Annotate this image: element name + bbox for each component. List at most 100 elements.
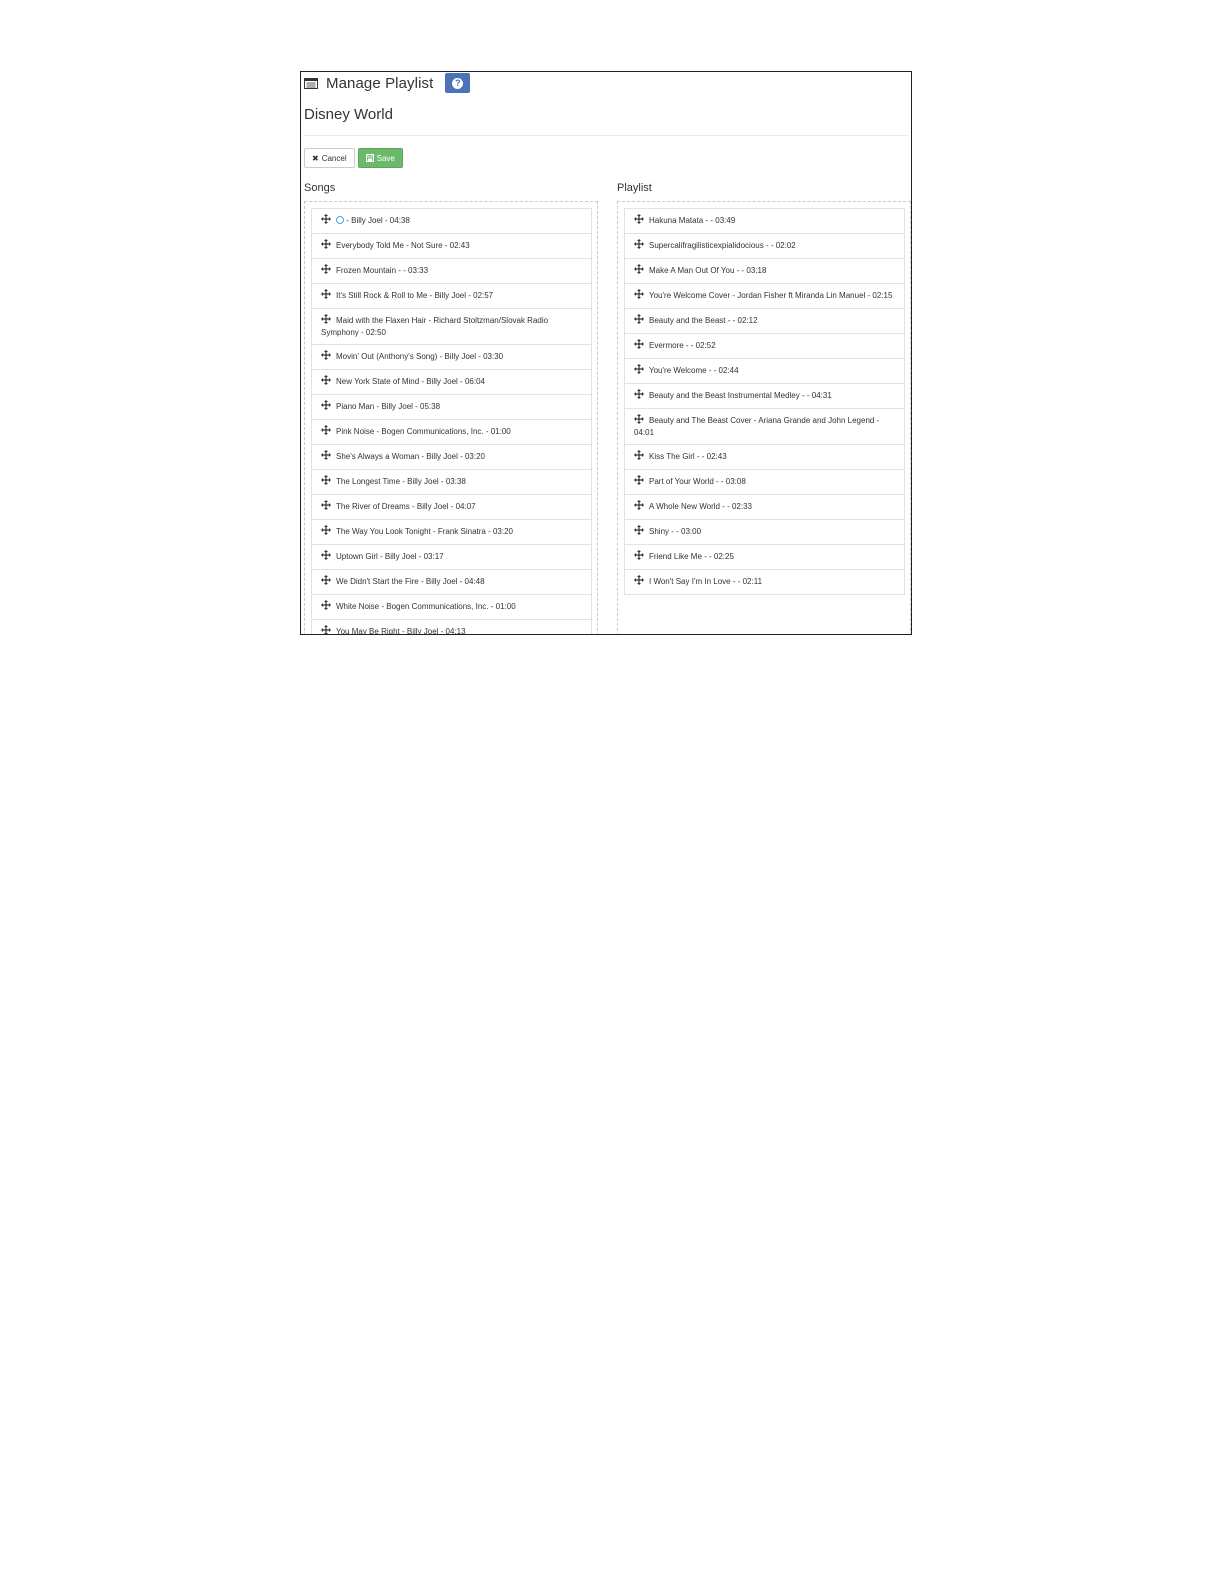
playlist-label: Playlist (617, 182, 652, 194)
song-item[interactable]: The River of Dreams - Billy Joel - 04:07 (312, 495, 591, 520)
song-item[interactable]: It's Still Rock & Roll to Me - Billy Joe… (312, 284, 591, 309)
song-item-label: The Longest Time - Billy Joel - 03:38 (336, 477, 466, 486)
playlist-item[interactable]: Make A Man Out Of You - - 03:18 (625, 259, 904, 284)
move-icon (634, 550, 644, 560)
move-icon (321, 314, 331, 324)
playlist-item-label: Beauty and The Beast Cover - Ariana Gran… (634, 416, 880, 437)
song-item[interactable]: - Billy Joel - 04:38 (312, 209, 591, 234)
song-item-label: Uptown Girl - Billy Joel - 03:17 (336, 552, 444, 561)
playlist-item-label: Hakuna Matata - - 03:49 (649, 216, 736, 225)
move-icon (634, 339, 644, 349)
playlist-item-label: Evermore - - 02:52 (649, 341, 716, 350)
move-icon (321, 350, 331, 360)
move-icon (634, 214, 644, 224)
song-item[interactable]: The Longest Time - Billy Joel - 03:38 (312, 470, 591, 495)
move-icon (634, 525, 644, 535)
move-icon (634, 475, 644, 485)
song-item-label: - Billy Joel - 04:38 (346, 216, 410, 225)
move-icon (634, 364, 644, 374)
song-item[interactable]: Uptown Girl - Billy Joel - 03:17 (312, 545, 591, 570)
song-item-label: The River of Dreams - Billy Joel - 04:07 (336, 502, 476, 511)
songs-panel: - Billy Joel - 04:38 Everybody Told Me - … (304, 201, 598, 634)
floppy-disk-icon (365, 154, 374, 162)
playlist-item[interactable]: Beauty and The Beast Cover - Ariana Gran… (625, 409, 904, 445)
move-icon (321, 214, 331, 224)
songs-list: - Billy Joel - 04:38 Everybody Told Me - … (311, 208, 592, 634)
move-icon (634, 264, 644, 274)
playlist-item[interactable]: I Won't Say I'm In Love - - 02:11 (625, 570, 904, 595)
song-item[interactable]: The Way You Look Tonight - Frank Sinatra… (312, 520, 591, 545)
playlist-item-label: Part of Your World - - 03:08 (649, 477, 746, 486)
song-item-label: New York State of Mind - Billy Joel - 06… (336, 377, 485, 386)
move-icon (321, 500, 331, 510)
song-item[interactable]: Piano Man - Billy Joel - 05:38 (312, 395, 591, 420)
move-icon (321, 264, 331, 274)
playlist-item[interactable]: A Whole New World - - 02:33 (625, 495, 904, 520)
playlist-item[interactable]: Kiss The Girl - - 02:43 (625, 445, 904, 470)
song-item[interactable]: White Noise - Bogen Communications, Inc.… (312, 595, 591, 620)
playlist-item-label: You're Welcome - - 02:44 (649, 366, 739, 375)
song-item[interactable]: We Didn't Start the Fire - Billy Joel - … (312, 570, 591, 595)
playlist-item[interactable]: Hakuna Matata - - 03:49 (625, 209, 904, 234)
playlist-item[interactable]: Part of Your World - - 03:08 (625, 470, 904, 495)
song-item[interactable]: You May Be Right - Billy Joel - 04:13 (312, 620, 591, 634)
song-item-label: Frozen Mountain - - 03:33 (336, 266, 429, 275)
playlist-item-label: Make A Man Out Of You - - 03:18 (649, 266, 767, 275)
move-icon (321, 400, 331, 410)
song-item-label: We Didn't Start the Fire - Billy Joel - … (336, 577, 485, 586)
song-item[interactable]: Everybody Told Me - Not Sure - 02:43 (312, 234, 591, 259)
playlist-item[interactable]: Beauty and the Beast - - 02:12 (625, 309, 904, 334)
song-item-label: Movin' Out (Anthony's Song) - Billy Joel… (336, 352, 504, 361)
playlist-name: Disney World (304, 106, 393, 123)
playlist-item[interactable]: Shiny - - 03:00 (625, 520, 904, 545)
cancel-button-label: Cancel (321, 153, 347, 163)
playlist-item-label: You're Welcome Cover - Jordan Fisher ft … (649, 291, 893, 300)
playlist-item-label: Supercalifragilisticexpialidocious - - 0… (649, 241, 796, 250)
playlist-item[interactable]: You're Welcome - - 02:44 (625, 359, 904, 384)
move-icon (321, 475, 331, 485)
playlist-item[interactable]: Evermore - - 02:52 (625, 334, 904, 359)
divider (304, 135, 908, 136)
song-item-label: White Noise - Bogen Communications, Inc.… (336, 602, 516, 611)
list-window-icon (304, 77, 318, 89)
move-icon (634, 239, 644, 249)
playlist-item-label: Beauty and the Beast - - 02:12 (649, 316, 758, 325)
song-item-label: It's Still Rock & Roll to Me - Billy Joe… (336, 291, 494, 300)
song-item[interactable]: Pink Noise - Bogen Communications, Inc. … (312, 420, 591, 445)
playlist-item-label: Shiny - - 03:00 (649, 527, 702, 536)
song-item[interactable]: Maid with the Flaxen Hair - Richard Stol… (312, 309, 591, 345)
manage-playlist-window: Manage Playlist ? Disney World ✖ Cancel … (300, 71, 912, 635)
move-icon (634, 289, 644, 299)
playlist-panel: Hakuna Matata - - 03:49 Supercalifragilis… (617, 201, 911, 634)
song-item-label: She's Always a Woman - Billy Joel - 03:2… (336, 452, 485, 461)
page-title: Manage Playlist (326, 74, 434, 92)
move-icon (321, 575, 331, 585)
playlist-list: Hakuna Matata - - 03:49 Supercalifragilis… (624, 208, 905, 595)
song-item[interactable]: She's Always a Woman - Billy Joel - 03:2… (312, 445, 591, 470)
move-icon (321, 625, 331, 634)
song-item-label: Pink Noise - Bogen Communications, Inc. … (336, 427, 511, 436)
playlist-item[interactable]: Supercalifragilisticexpialidocious - - 0… (625, 234, 904, 259)
toolbar: ✖ Cancel Save (304, 148, 403, 168)
song-item-label: Everybody Told Me - Not Sure - 02:43 (336, 241, 470, 250)
move-icon (634, 389, 644, 399)
move-icon (321, 289, 331, 299)
times-icon: ✖ (312, 153, 319, 163)
move-icon (321, 550, 331, 560)
help-button[interactable]: ? (445, 73, 471, 93)
move-icon (634, 314, 644, 324)
song-item[interactable]: Movin' Out (Anthony's Song) - Billy Joel… (312, 345, 591, 370)
move-icon (321, 600, 331, 610)
song-item[interactable]: New York State of Mind - Billy Joel - 06… (312, 370, 591, 395)
playlist-item[interactable]: Friend Like Me - - 02:25 (625, 545, 904, 570)
playlist-item[interactable]: You're Welcome Cover - Jordan Fisher ft … (625, 284, 904, 309)
move-icon (321, 375, 331, 385)
song-item[interactable]: Frozen Mountain - - 03:33 (312, 259, 591, 284)
playlist-item[interactable]: Beauty and the Beast Instrumental Medley… (625, 384, 904, 409)
cancel-button[interactable]: ✖ Cancel (304, 148, 355, 168)
move-icon (321, 239, 331, 249)
move-icon (634, 500, 644, 510)
save-button[interactable]: Save (357, 148, 403, 168)
song-item-label: Maid with the Flaxen Hair - Richard Stol… (321, 316, 549, 337)
move-icon (634, 450, 644, 460)
